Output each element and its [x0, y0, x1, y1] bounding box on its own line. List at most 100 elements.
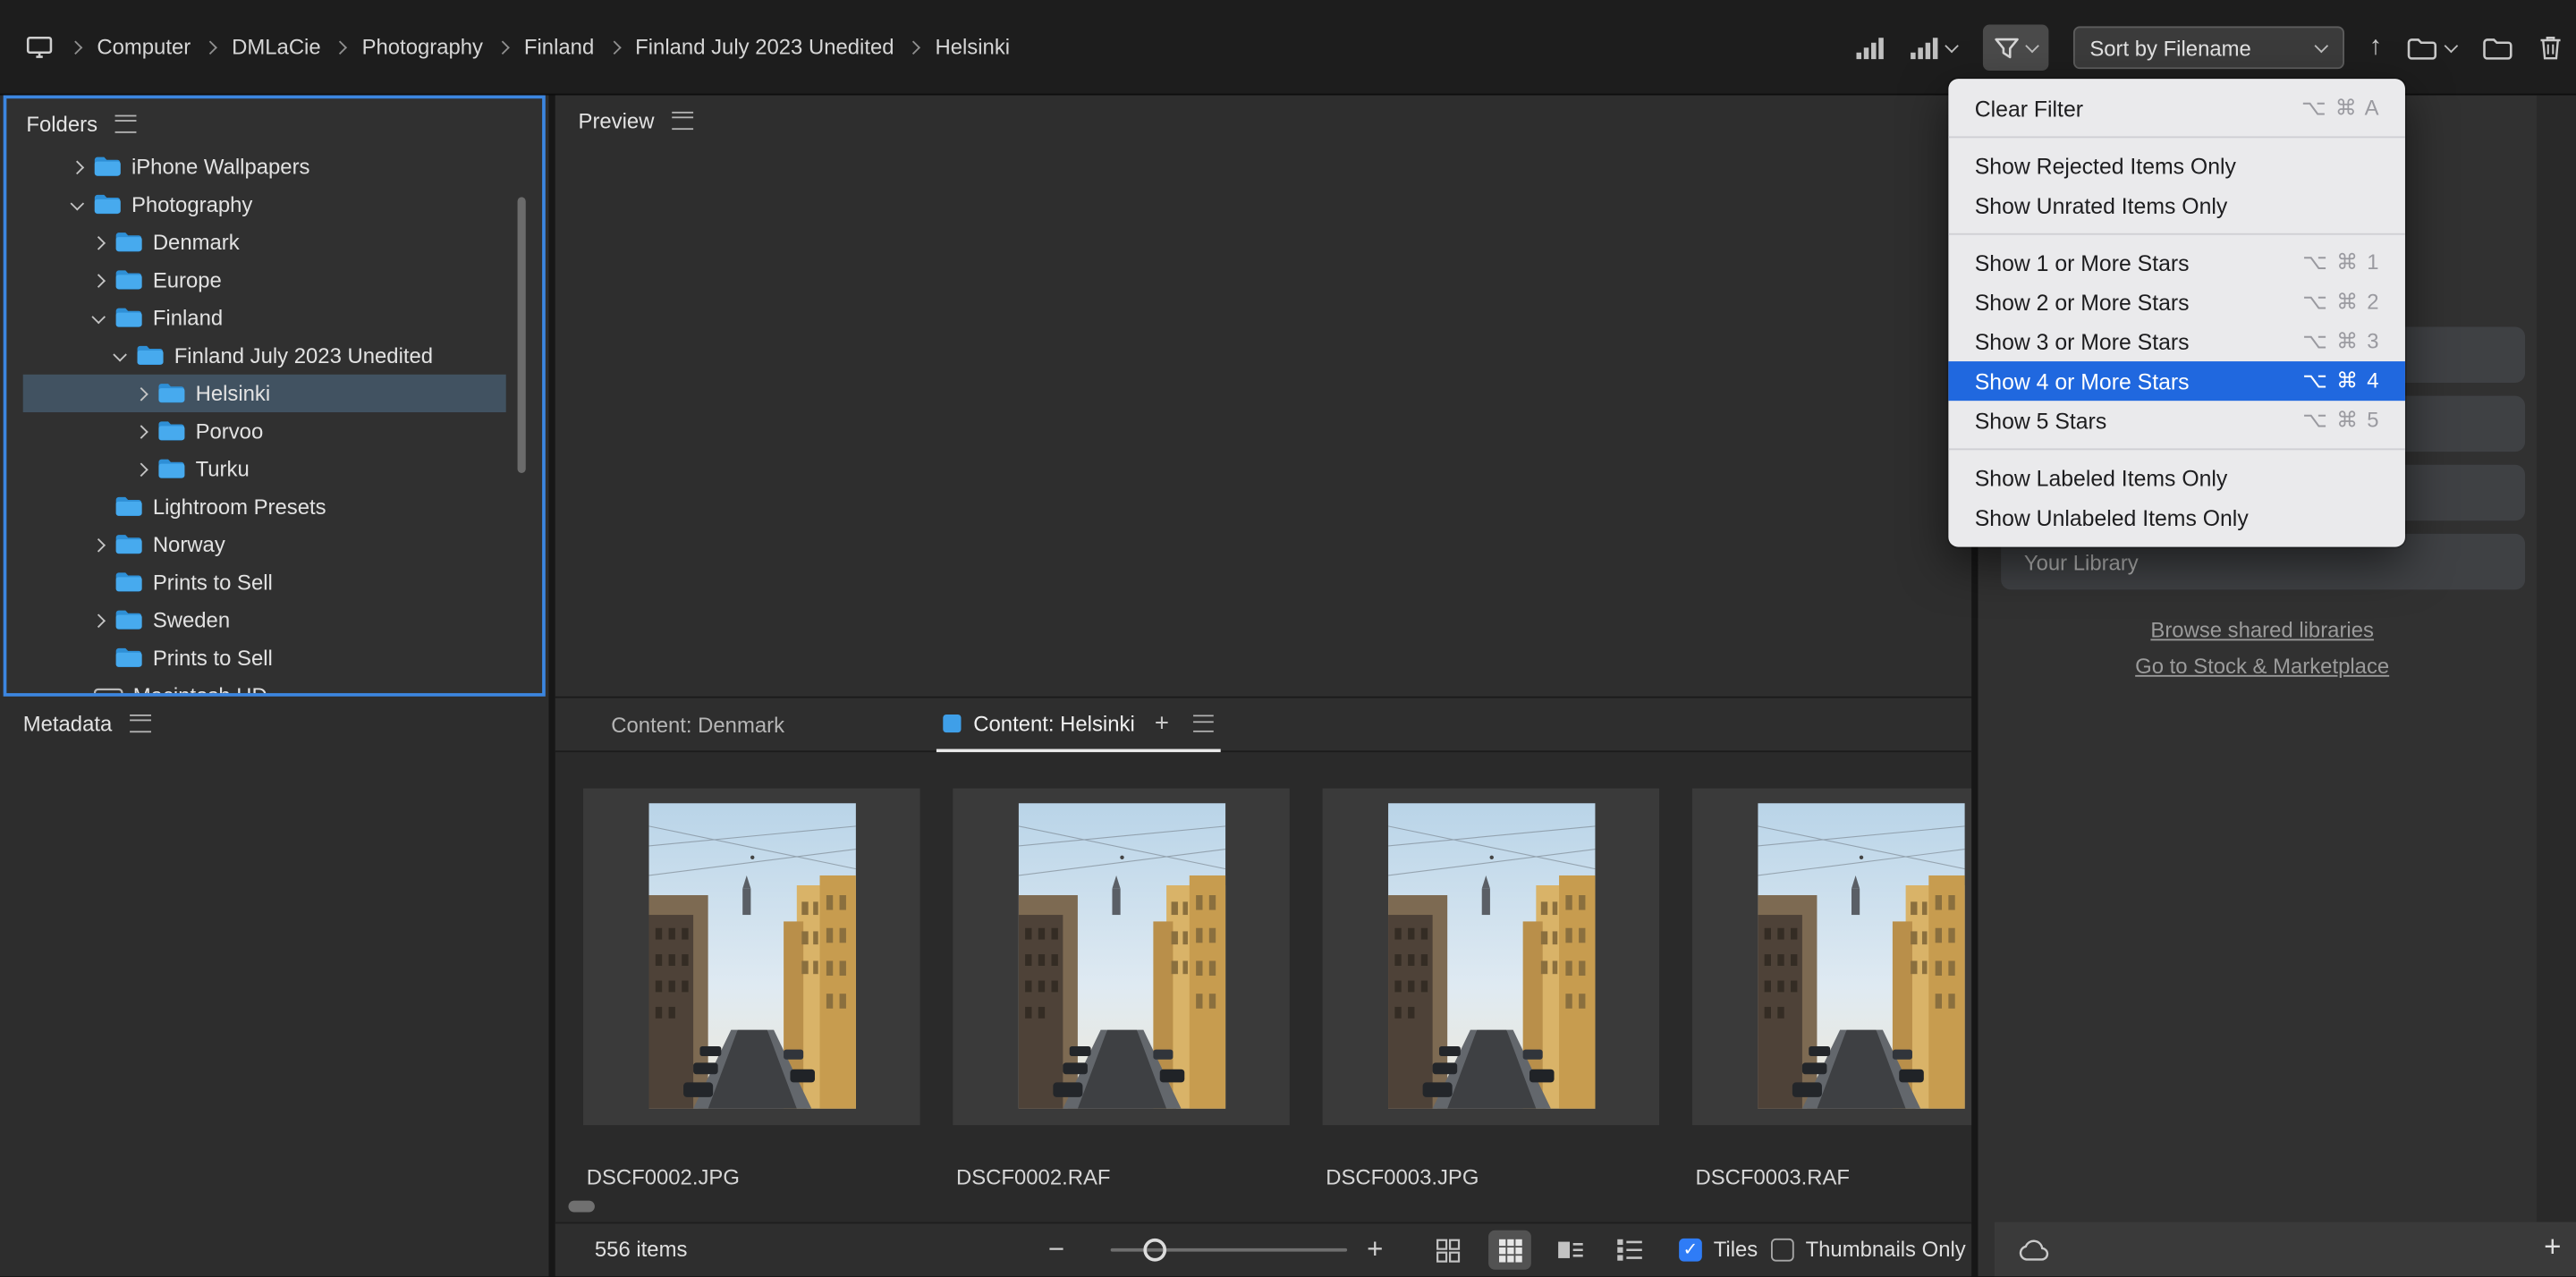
- folder-name: Norway: [153, 532, 225, 557]
- horizontal-scrollbar[interactable]: [569, 1201, 595, 1213]
- panel-menu-icon[interactable]: [130, 714, 151, 732]
- cloud-sync-icon[interactable]: [2018, 1238, 2051, 1261]
- filter-button[interactable]: [1983, 25, 2048, 71]
- folder-name: Prints to Sell: [153, 570, 273, 595]
- folder-tree-item[interactable]: Porvoo: [23, 412, 506, 450]
- folder-tree-item[interactable]: Europe: [23, 261, 506, 299]
- view-thumbnails-button[interactable]: [1488, 1230, 1531, 1270]
- view-grid-lock-button[interactable]: [1426, 1230, 1469, 1270]
- left-panel-column: Folders iPhone Wallpapers: [0, 96, 548, 1277]
- folder-tree-item[interactable]: Lightroom Presets: [23, 488, 506, 526]
- folder-tree-item[interactable]: Helsinki: [23, 375, 506, 412]
- filter-menu-item[interactable]: Show Rejected Items Only: [1948, 146, 2405, 185]
- menu-item-label: Show 5 Stars: [1975, 408, 2106, 433]
- folder-tree: iPhone Wallpapers Photography: [6, 148, 542, 693]
- folder-tree-item[interactable]: Macintosh HD: [23, 677, 506, 693]
- folder-expand-chevron[interactable]: [92, 613, 106, 627]
- breadcrumb-label: DMLaCie: [232, 35, 321, 60]
- breadcrumb-item[interactable]: Finland: [498, 35, 595, 60]
- new-folder-button[interactable]: [2482, 35, 2513, 60]
- folder-tree-item[interactable]: Denmark: [23, 224, 506, 261]
- folder-expand-chevron[interactable]: [71, 198, 84, 211]
- view-list-button[interactable]: [1608, 1230, 1651, 1270]
- panel-menu-icon[interactable]: [115, 114, 137, 132]
- menu-item-shortcut: ⌥ ⌘ 3: [2302, 328, 2380, 354]
- breadcrumb-item[interactable]: Computer: [71, 35, 191, 60]
- filter-menu-item[interactable]: Clear Filter ⌥ ⌘ A: [1948, 89, 2405, 128]
- breadcrumb-item[interactable]: Photography: [335, 35, 483, 60]
- tab-menu-icon[interactable]: [1192, 715, 1213, 732]
- panel-menu-icon[interactable]: [673, 111, 694, 129]
- folder-tree-item[interactable]: Prints to Sell: [23, 563, 506, 601]
- content-item[interactable]: DSCF0003.JPG: [1323, 789, 1660, 1189]
- folder-expand-chevron[interactable]: [114, 349, 127, 362]
- sort-dropdown[interactable]: Sort by Filename: [2073, 26, 2344, 69]
- folder-name: Europe: [153, 267, 222, 292]
- content-item[interactable]: DSCF0002.JPG: [583, 789, 920, 1189]
- your-library-label: Your Library: [2024, 549, 2139, 574]
- thumbnails-only-checkbox[interactable]: [1771, 1239, 1794, 1262]
- folder-expand-chevron[interactable]: [92, 236, 106, 249]
- folder-tree-item[interactable]: Norway: [23, 526, 506, 563]
- thumbnail-card[interactable]: [1323, 789, 1660, 1126]
- folder-tree-item[interactable]: Finland: [23, 299, 506, 336]
- view-details-button[interactable]: [1549, 1230, 1592, 1270]
- folder-sync-menu-icon[interactable]: [2407, 35, 2458, 60]
- filter-menu-item[interactable]: Show 1 or More Stars ⌥ ⌘ 1: [1948, 243, 2405, 283]
- filter-menu-item[interactable]: Show Unlabeled Items Only: [1948, 498, 2405, 537]
- zoom-in-button[interactable]: +: [1367, 1223, 1383, 1276]
- filter-menu-item[interactable]: [1948, 136, 2405, 138]
- filter-menu-item[interactable]: Show 2 or More Stars ⌥ ⌘ 2: [1948, 283, 2405, 322]
- go-to-stock-marketplace-link[interactable]: Go to Stock & Marketplace: [1978, 654, 2546, 679]
- tiles-checkbox[interactable]: ✓: [1679, 1239, 1702, 1262]
- folder-tree-item[interactable]: Prints to Sell: [23, 638, 506, 676]
- thumbnail-card[interactable]: [1692, 789, 1971, 1126]
- thumbnail-quality-icon[interactable]: [1855, 35, 1885, 60]
- filter-menu-item[interactable]: Show Labeled Items Only: [1948, 458, 2405, 497]
- preview-quality-menu-icon[interactable]: [1909, 35, 1958, 60]
- folder-expand-chevron[interactable]: [71, 160, 84, 173]
- breadcrumb-label: Finland July 2023 Unedited: [635, 35, 894, 60]
- folder-expand-chevron[interactable]: [92, 274, 106, 287]
- folder-tree-item[interactable]: Finland July 2023 Unedited: [23, 337, 506, 375]
- folder-expand-chevron[interactable]: [135, 387, 148, 401]
- menu-item-label: Show 2 or More Stars: [1975, 290, 2190, 315]
- zoom-out-button[interactable]: −: [1048, 1223, 1064, 1276]
- filter-menu-item[interactable]: Show 3 or More Stars ⌥ ⌘ 3: [1948, 322, 2405, 361]
- breadcrumb-item[interactable]: Helsinki: [909, 35, 1010, 60]
- add-tab-icon[interactable]: +: [1155, 709, 1169, 737]
- delete-trash-button[interactable]: [2538, 35, 2563, 61]
- folder-expand-chevron[interactable]: [135, 462, 148, 476]
- add-library-button[interactable]: +: [2544, 1232, 2561, 1262]
- filter-menu-item[interactable]: [1948, 448, 2405, 450]
- tab-content-denmark[interactable]: Content: Denmark: [605, 698, 791, 752]
- folder-tree-item[interactable]: Turku: [23, 450, 506, 487]
- slider-thumb[interactable]: [1143, 1239, 1166, 1262]
- browse-shared-libraries-link[interactable]: Browse shared libraries: [1978, 618, 2546, 643]
- breadcrumb-item[interactable]: Finland July 2023 Unedited: [609, 35, 894, 60]
- folders-scrollbar[interactable]: [518, 197, 526, 473]
- folder-icon: [115, 269, 143, 291]
- folder-tree-item[interactable]: iPhone Wallpapers: [23, 148, 506, 185]
- breadcrumb-label: Computer: [97, 35, 191, 60]
- content-item[interactable]: DSCF0002.RAF: [953, 789, 1290, 1189]
- thumbnail-card[interactable]: [583, 789, 920, 1126]
- chevron-down-icon: [1945, 41, 1959, 55]
- content-item[interactable]: DSCF0003.RAF: [1692, 789, 1971, 1189]
- folder-icon: [157, 383, 185, 404]
- folder-tree-item[interactable]: Photography: [23, 186, 506, 224]
- filter-menu-item[interactable]: Show Unrated Items Only: [1948, 186, 2405, 225]
- thumbnail-card[interactable]: [953, 789, 1290, 1126]
- chevron-right-icon: [909, 41, 920, 53]
- folder-expand-chevron[interactable]: [135, 425, 148, 438]
- folder-tree-item[interactable]: Sweden: [23, 601, 506, 638]
- filter-menu-item[interactable]: Show 5 Stars ⌥ ⌘ 5: [1948, 401, 2405, 440]
- tab-content-helsinki[interactable]: Content: Helsinki +: [936, 698, 1220, 752]
- filter-menu-item[interactable]: [1948, 233, 2405, 235]
- folder-expand-chevron[interactable]: [92, 311, 106, 325]
- breadcrumb-item[interactable]: DMLaCie: [206, 35, 321, 60]
- sort-direction-button[interactable]: ↑: [2369, 35, 2383, 61]
- folder-name: Sweden: [153, 608, 230, 633]
- filter-menu-item[interactable]: Show 4 or More Stars ⌥ ⌘ 4: [1948, 361, 2405, 401]
- folder-expand-chevron[interactable]: [92, 538, 106, 552]
